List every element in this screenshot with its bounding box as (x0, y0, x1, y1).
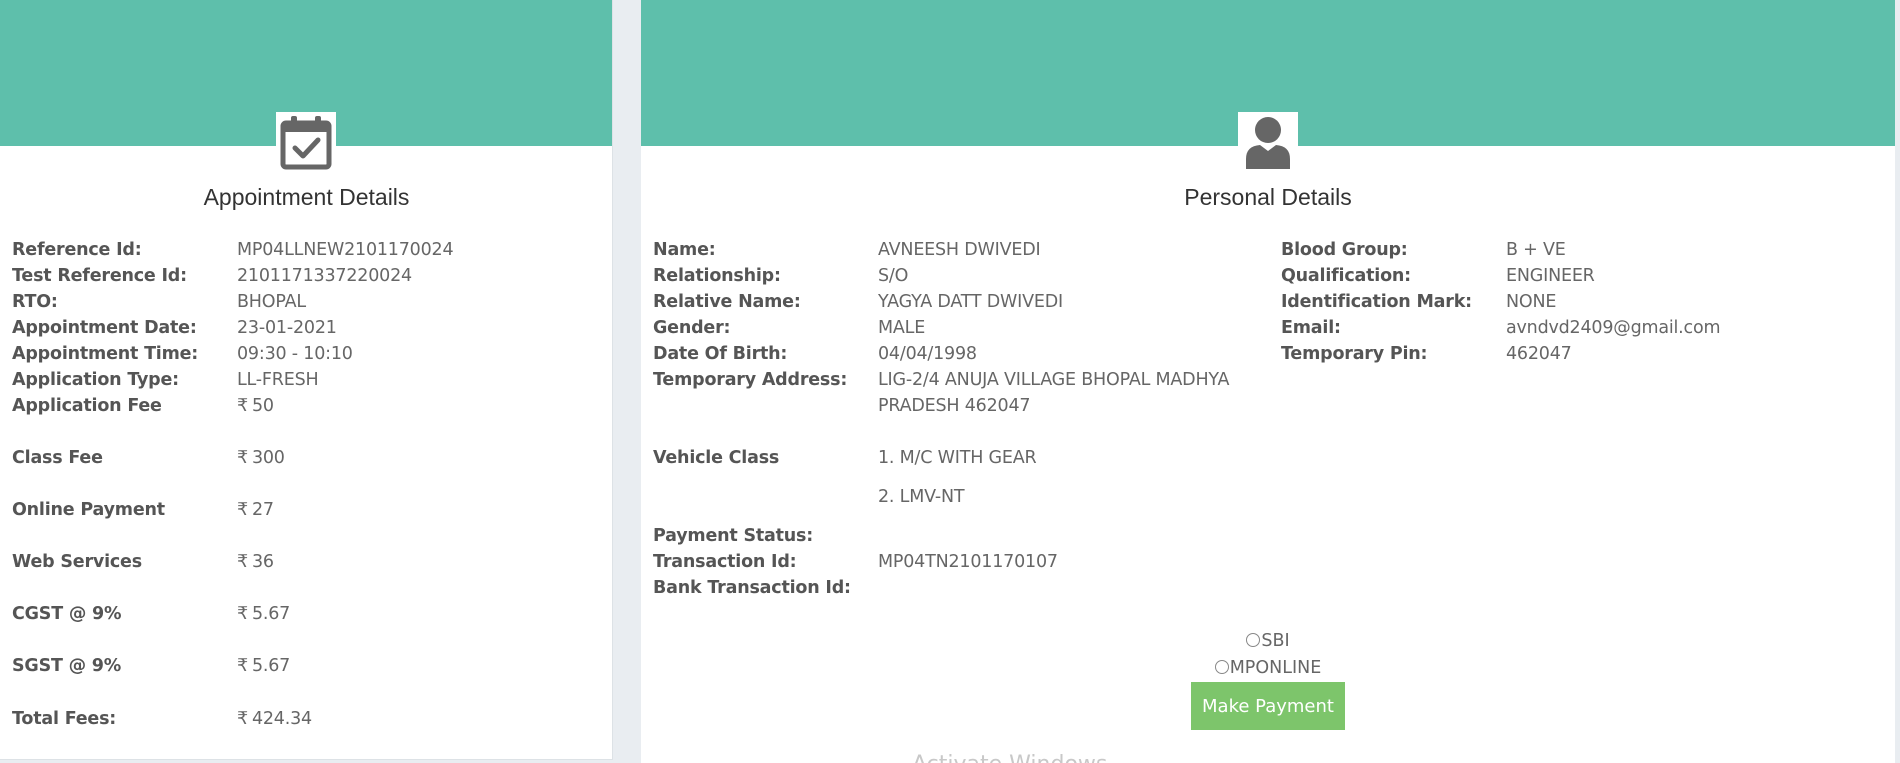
test-reference-id-value: 2101171337220024 (237, 266, 412, 286)
temporary-address-value-line2: PRADESH 462047 (878, 396, 1031, 416)
appointment-title: Appointment Details (203, 184, 410, 210)
cgst-value: ₹5.67 (237, 604, 291, 624)
reference-id-value: MP04LLNEW2101170024 (237, 240, 454, 260)
bank-transaction-id-label: Bank Transaction Id: (653, 578, 851, 598)
application-fee-label: Application Fee (12, 396, 162, 416)
total-fees-value: ₹424.34 (237, 709, 312, 729)
transaction-id-label: Transaction Id: (653, 552, 797, 572)
vehicle-class-item: 1. M/C WITH GEAR (878, 448, 1037, 468)
appointment-time-value: 09:30 - 10:10 (237, 344, 353, 364)
dob-label: Date Of Birth: (653, 344, 788, 364)
class-fee-label: Class Fee (12, 448, 103, 468)
appointment-time-label: Appointment Time: (12, 344, 199, 364)
rupee-icon: ₹ (237, 448, 248, 468)
transaction-id-value: MP04TN2101170107 (878, 552, 1058, 572)
rupee-icon: ₹ (237, 709, 248, 729)
online-payment-label: Online Payment (12, 500, 165, 520)
gender-label: Gender: (653, 318, 731, 338)
payment-option-sbi[interactable]: SBI (641, 631, 1895, 651)
blood-group-label: Blood Group: (1281, 240, 1408, 260)
vehicle-class-item: 2. LMV-NT (878, 487, 965, 507)
class-fee-value: ₹300 (237, 448, 285, 468)
personal-title: Personal Details (1184, 184, 1352, 210)
sgst-label: SGST @ 9% (12, 656, 122, 676)
gender-value: MALE (878, 318, 926, 338)
rupee-icon: ₹ (237, 656, 248, 676)
temporary-address-label: Temporary Address: (653, 370, 848, 390)
temporary-pin-label: Temporary Pin: (1281, 344, 1428, 364)
application-type-value: LL-FRESH (237, 370, 319, 390)
rto-label: RTO: (12, 292, 58, 312)
online-payment-value: ₹27 (237, 500, 274, 520)
application-type-label: Application Type: (12, 370, 179, 390)
blood-group-value: B + VE (1506, 240, 1566, 260)
relationship-label: Relationship: (653, 266, 781, 286)
dob-value: 04/04/1998 (878, 344, 977, 364)
relative-name-value: YAGYA DATT DWIVEDI (878, 292, 1063, 312)
payment-option-mponline[interactable]: MPONLINE (641, 658, 1895, 678)
appointment-details-panel: Appointment Details Reference Id: MP04LL… (0, 0, 613, 760)
vehicle-class-label: Vehicle Class (653, 448, 780, 468)
personal-details-panel: Personal Details Name: AVNEESH DWIVEDI R… (641, 0, 1895, 763)
relative-name-label: Relative Name: (653, 292, 801, 312)
application-fee-value: ₹50 (237, 396, 274, 416)
sgst-value: ₹5.67 (237, 656, 291, 676)
rto-value: BHOPAL (237, 292, 306, 312)
cgst-label: CGST @ 9% (12, 604, 122, 624)
appointment-date-label: Appointment Date: (12, 318, 197, 338)
sbi-radio[interactable] (1246, 633, 1261, 647)
relationship-value: S/O (878, 266, 909, 286)
qualification-label: Qualification: (1281, 266, 1411, 286)
user-icon (1238, 112, 1298, 172)
test-reference-id-label: Test Reference Id: (12, 266, 187, 286)
windows-activation-watermark: Activate Windows (912, 752, 1107, 763)
mponline-radio[interactable] (1214, 660, 1229, 674)
payment-status-label: Payment Status: (653, 526, 814, 546)
reference-id-label: Reference Id: (12, 240, 142, 260)
name-label: Name: (653, 240, 716, 260)
web-services-value: ₹36 (237, 552, 274, 572)
identification-mark-label: Identification Mark: (1281, 292, 1472, 312)
appointment-date-value: 23-01-2021 (237, 318, 337, 338)
email-value: avndvd2409@gmail.com (1506, 318, 1721, 338)
name-value: AVNEESH DWIVEDI (878, 240, 1041, 260)
total-fees-label: Total Fees: (12, 709, 117, 729)
temporary-pin-value: 462047 (1506, 344, 1572, 364)
make-payment-button[interactable]: Make Payment (1191, 682, 1345, 730)
rupee-icon: ₹ (237, 396, 248, 416)
calendar-check-icon (276, 112, 336, 172)
qualification-value: ENGINEER (1506, 266, 1595, 286)
web-services-label: Web Services (12, 552, 142, 572)
rupee-icon: ₹ (237, 500, 248, 520)
identification-mark-value: NONE (1506, 292, 1557, 312)
email-label: Email: (1281, 318, 1341, 338)
rupee-icon: ₹ (237, 552, 248, 572)
temporary-address-value: LIG-2/4 ANUJA VILLAGE BHOPAL MADHYA (878, 370, 1230, 390)
rupee-icon: ₹ (237, 604, 248, 624)
